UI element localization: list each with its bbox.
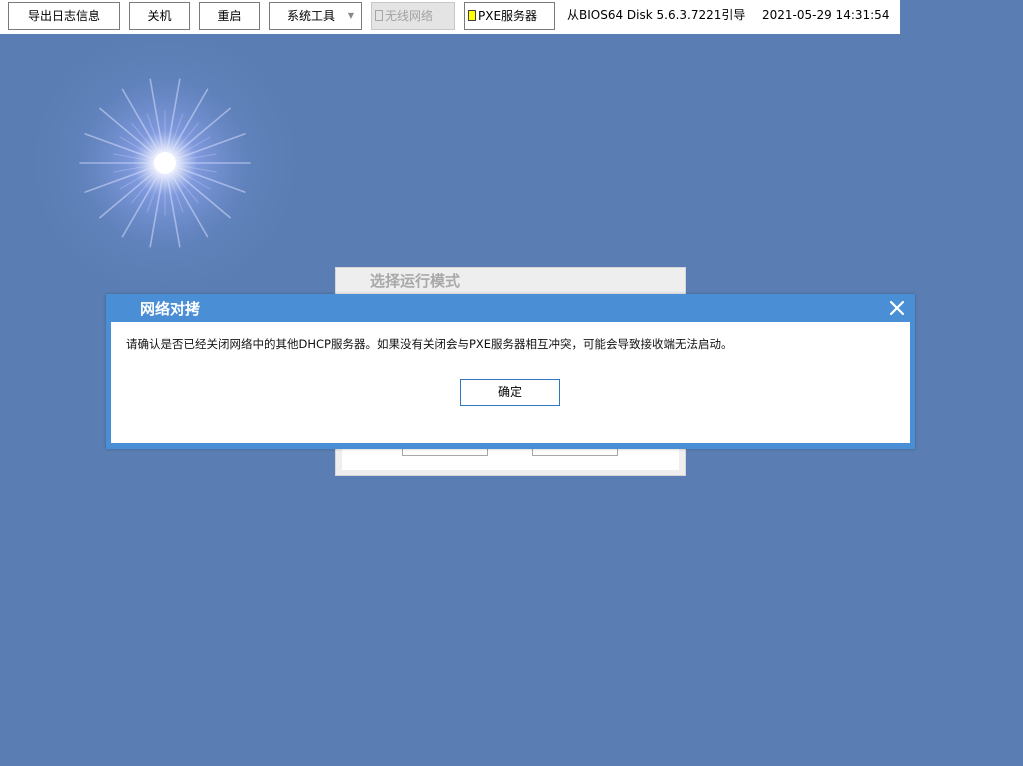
- checkbox-icon: [375, 10, 383, 21]
- top-toolbar: 导出日志信息 关机 重启 系统工具 ▼ 无线网络 PXE服务器 从BIOS64 …: [0, 0, 900, 34]
- chevron-down-icon: ▼: [347, 11, 354, 20]
- network-clone-dialog: 网络对拷 请确认是否已经关闭网络中的其他DHCP服务器。如果没有关闭会与PXE服…: [106, 294, 915, 449]
- status-indicator-icon: [468, 10, 476, 21]
- wireless-network-label: 无线网络: [385, 9, 434, 23]
- wireless-network-toggle[interactable]: 无线网络: [371, 2, 455, 30]
- export-log-button[interactable]: 导出日志信息: [8, 2, 120, 30]
- dialog-message: 请确认是否已经关闭网络中的其他DHCP服务器。如果没有关闭会与PXE服务器相互冲…: [126, 337, 733, 351]
- boot-source-info: 从BIOS64 Disk 5.6.3.7221引导: [567, 8, 746, 22]
- system-tools-dropdown[interactable]: 系统工具 ▼: [269, 2, 362, 30]
- dialog-body: 请确认是否已经关闭网络中的其他DHCP服务器。如果没有关闭会与PXE服务器相互冲…: [111, 322, 910, 443]
- pxe-server-label: PXE服务器: [478, 9, 538, 23]
- run-mode-title: 选择运行模式: [370, 272, 461, 290]
- sun-flare-decoration: [15, 20, 315, 313]
- shutdown-button[interactable]: 关机: [129, 2, 190, 30]
- restart-button[interactable]: 重启: [199, 2, 260, 30]
- dialog-title: 网络对拷: [140, 300, 201, 318]
- pxe-server-button[interactable]: PXE服务器: [464, 2, 555, 30]
- close-icon[interactable]: [889, 300, 905, 316]
- system-tools-label: 系统工具: [287, 9, 336, 23]
- ok-button[interactable]: 确定: [460, 379, 560, 406]
- datetime-display: 2021-05-29 14:31:54: [762, 8, 890, 22]
